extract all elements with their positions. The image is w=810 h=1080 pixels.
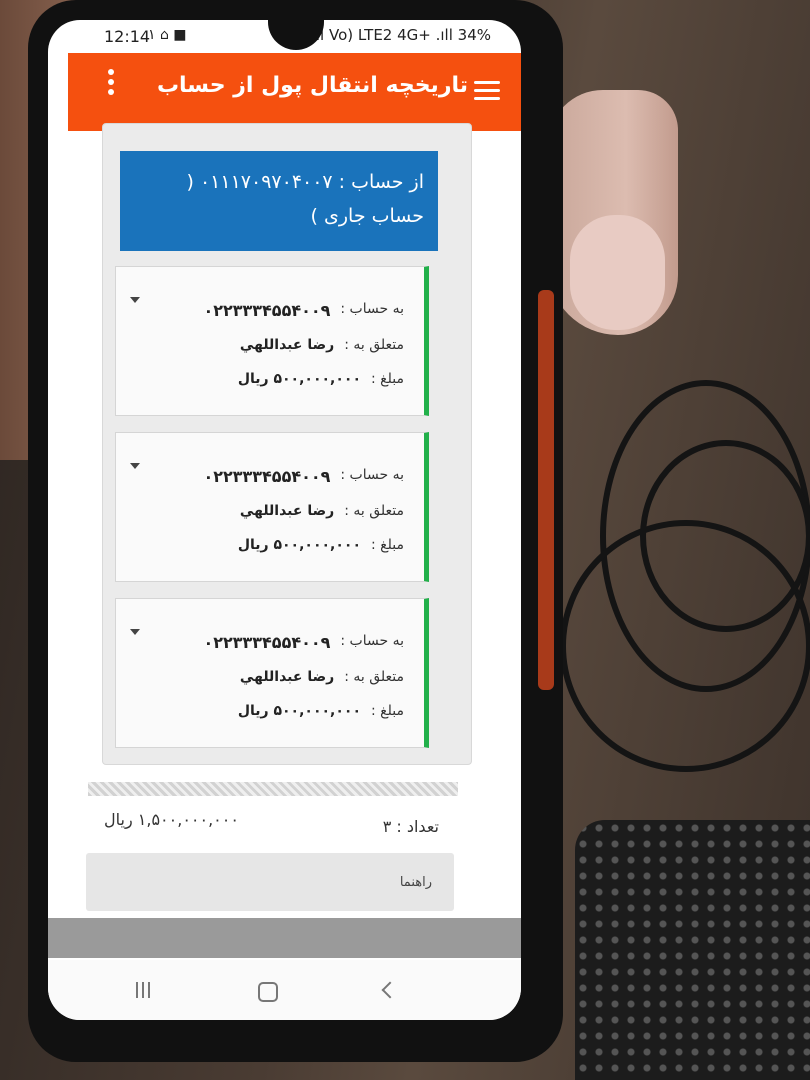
to-account-row: به حساب : ۰۲۲۳۳۳۴۵۵۴۰۰۹ bbox=[203, 301, 404, 320]
page-title: تاریخچه انتقال پول از حساب bbox=[156, 73, 468, 98]
expand-caret-icon[interactable] bbox=[130, 629, 140, 635]
amount-label: مبلغ : bbox=[371, 537, 404, 553]
to-account-label: به حساب : bbox=[340, 301, 404, 317]
to-account-number: ۰۲۲۳۳۳۴۵۵۴۰۰۹ bbox=[203, 301, 331, 320]
owner-row: متعلق به : رضا عبداللهي bbox=[240, 503, 404, 519]
transfer-card[interactable]: به حساب : ۰۲۲۳۳۳۴۵۵۴۰۰۹ متعلق به : رضا ع… bbox=[115, 598, 429, 748]
transfer-count: تعداد : ۳ bbox=[382, 817, 439, 836]
transfer-card[interactable]: به حساب : ۰۲۲۳۳۳۴۵۵۴۰۰۹ متعلق به : رضا ع… bbox=[115, 432, 429, 582]
total-amount: ۱,۵۰۰,۰۰۰,۰۰۰ ريال bbox=[104, 810, 239, 829]
expand-caret-icon[interactable] bbox=[130, 463, 140, 469]
amount-value: ۵۰۰,۰۰۰,۰۰۰ ريال bbox=[237, 703, 362, 719]
to-account-number: ۰۲۲۳۳۳۴۵۵۴۰۰۹ bbox=[203, 467, 331, 486]
guide-label: راهنما bbox=[399, 875, 432, 890]
system-nav-bar bbox=[48, 960, 521, 1020]
guide-section[interactable]: راهنما bbox=[86, 853, 454, 911]
to-account-label: به حساب : bbox=[340, 633, 404, 649]
amount-label: مبلغ : bbox=[371, 371, 404, 387]
amount-value: ۵۰۰,۰۰۰,۰۰۰ ريال bbox=[237, 371, 362, 387]
owner-label: متعلق به : bbox=[344, 669, 404, 685]
amount-row: مبلغ : ۵۰۰,۰۰۰,۰۰۰ ريال bbox=[238, 703, 404, 719]
hamburger-menu-icon[interactable] bbox=[474, 81, 500, 103]
thumb-nail bbox=[570, 215, 665, 330]
owner-name: رضا عبداللهي bbox=[239, 503, 335, 519]
owner-label: متعلق به : bbox=[344, 337, 404, 353]
phone-case-edge bbox=[538, 290, 554, 690]
transfer-history-panel: از حساب : ۰۱۱۱۷۰۹۷۰۴۰۰۷ ( حساب جاری ) به… bbox=[102, 123, 472, 765]
owner-name: رضا عبداللهي bbox=[239, 669, 335, 685]
recent-apps-icon[interactable] bbox=[136, 982, 156, 1000]
footer-strip bbox=[48, 918, 521, 958]
amount-value: ۵۰۰,۰۰۰,۰۰۰ ريال bbox=[237, 537, 362, 553]
cable bbox=[640, 440, 810, 632]
owner-row: متعلق به : رضا عبداللهي bbox=[240, 669, 404, 685]
home-icon[interactable] bbox=[258, 982, 278, 1002]
amount-label: مبلغ : bbox=[371, 703, 404, 719]
transfer-card[interactable]: به حساب : ۰۲۲۳۳۳۴۵۵۴۰۰۹ متعلق به : رضا ع… bbox=[115, 266, 429, 416]
owner-label: متعلق به : bbox=[344, 503, 404, 519]
phone-screen: 12:14 ۱ ⌂ ■ ⏰ .ıll Vo) LTE2 4G+ .ıll 34%… bbox=[48, 20, 521, 1020]
expand-caret-icon[interactable] bbox=[130, 297, 140, 303]
owner-name: رضا عبداللهي bbox=[239, 337, 335, 353]
more-options-icon[interactable] bbox=[104, 65, 118, 105]
mesh-texture bbox=[575, 820, 810, 1080]
back-icon[interactable] bbox=[381, 981, 399, 999]
to-account-row: به حساب : ۰۲۲۳۳۳۴۵۵۴۰۰۹ bbox=[203, 467, 404, 486]
amount-row: مبلغ : ۵۰۰,۰۰۰,۰۰۰ ريال bbox=[238, 537, 404, 553]
to-account-number: ۰۲۲۳۳۳۴۵۵۴۰۰۹ bbox=[203, 633, 331, 652]
divider bbox=[88, 782, 458, 796]
to-account-row: به حساب : ۰۲۲۳۳۳۴۵۵۴۰۰۹ bbox=[203, 633, 404, 652]
notification-icons: ۱ ⌂ ■ bbox=[148, 27, 187, 43]
status-time: 12:14 bbox=[104, 27, 151, 46]
owner-row: متعلق به : رضا عبداللهي bbox=[240, 337, 404, 353]
amount-row: مبلغ : ۵۰۰,۰۰۰,۰۰۰ ريال bbox=[238, 371, 404, 387]
from-account-header: از حساب : ۰۱۱۱۷۰۹۷۰۴۰۰۷ ( حساب جاری ) bbox=[120, 151, 438, 251]
to-account-label: به حساب : bbox=[340, 467, 404, 483]
app-bar: تاریخچه انتقال پول از حساب bbox=[68, 53, 521, 131]
